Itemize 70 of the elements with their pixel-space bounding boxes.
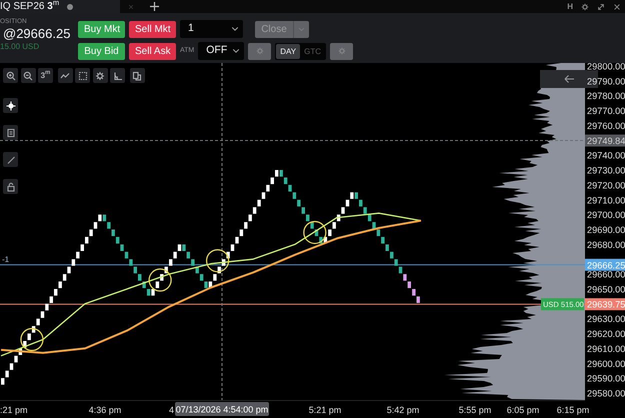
price-axis-label: 29590.00 [587, 374, 625, 384]
zoom-out-icon[interactable] [20, 68, 36, 83]
window-h-button[interactable]: H [567, 0, 573, 12]
line-tool-icon[interactable] [3, 152, 18, 167]
signal-circle [20, 328, 44, 352]
price-axis-label: 29770.00 [587, 106, 625, 116]
price-axis-label: 29630.00 [587, 314, 625, 324]
lock-icon[interactable] [3, 179, 18, 194]
time-axis-label: 5:42 pm [386, 405, 420, 415]
gear-icon [256, 47, 264, 55]
add-tab-icon[interactable] [150, 2, 159, 11]
order-button[interactable]: Buy Mkt [78, 20, 125, 38]
price-tag: 29666.25 [585, 258, 625, 271]
caret-icon [232, 47, 240, 55]
time-axis-label: 6:05 pm [506, 405, 540, 415]
price-axis-label: 29620.00 [587, 329, 625, 340]
price-axis-label: 29680.00 [587, 240, 625, 250]
ruler-icon[interactable] [110, 68, 125, 83]
zoom-in-icon[interactable] [3, 68, 18, 83]
position-pnl: 15.00 USD [0, 42, 40, 52]
copy-icon[interactable] [130, 68, 144, 83]
caret-icon [298, 26, 305, 32]
price-axis-label: 29740.00 [587, 150, 625, 161]
signal-circle [148, 268, 172, 292]
price-tag: 29639.75 [585, 298, 625, 310]
line-chart-icon[interactable] [58, 68, 72, 83]
order-button[interactable]: Sell Ask [129, 42, 176, 60]
order-button[interactable]: Sell Mkt [129, 20, 176, 38]
price-axis-label: 29660.00 [587, 270, 625, 280]
time-axis-label: :21 pm [0, 405, 28, 415]
crosshair-time-label: 07/13/2026 4:54:00 pm [175, 402, 269, 416]
settings-icon[interactable] [92, 68, 108, 83]
order-duration-tab[interactable]: DAY [276, 44, 300, 58]
price-axis-label: 29800.00 [587, 63, 625, 72]
price-tag: 29749.84 [585, 134, 625, 147]
price-axis-label: 29610.00 [587, 344, 625, 354]
status-dot-icon [67, 4, 74, 10]
price-axis-label: 29690.00 [587, 225, 625, 235]
time-axis-label: 6:15 pm [556, 405, 590, 415]
position-price: @29666.25 [2, 26, 72, 42]
price-axis-label: 29580.00 [587, 388, 625, 398]
selection-icon[interactable] [75, 68, 90, 83]
close-icon[interactable] [613, 2, 621, 10]
crosshair-icon[interactable] [3, 98, 18, 113]
order-button[interactable]: Buy Bid [78, 42, 125, 60]
expand-icon[interactable] [597, 2, 605, 10]
interval-button[interactable]: 3$^{m}$ [38, 68, 53, 83]
gear-icon [338, 47, 346, 55]
note-icon[interactable] [3, 125, 18, 140]
position-line-label: -1 [2, 254, 10, 264]
time-axis-label: 4:36 pm [88, 405, 122, 415]
time-axis-label: 4 [168, 405, 174, 415]
quantity-select[interactable]: 1 [180, 20, 243, 38]
atm-select[interactable]: OFF [198, 42, 244, 60]
time-axis-label: 5:21 pm [308, 405, 342, 415]
price-axis-label: 29720.00 [587, 180, 625, 190]
price-axis-label: 29730.00 [587, 166, 625, 176]
signal-circle [206, 249, 230, 272]
signal-circle [303, 220, 326, 244]
price-axis-label: 29650.00 [587, 284, 625, 294]
price-axis-label: 29790.00 [587, 76, 625, 86]
chart-tab[interactable]: IQ SEP26 3$^{m}$ [0, 0, 120, 13]
price-axis-label: 29710.00 [587, 195, 625, 206]
time-axis-label: 5:55 pm [458, 405, 492, 415]
price-axis-label: 29700.00 [587, 210, 625, 220]
settings-icon[interactable] [581, 2, 589, 10]
price-axis-label: 29780.00 [587, 91, 625, 102]
price-axis-label: 29600.00 [587, 358, 625, 369]
caret-icon [231, 25, 239, 33]
price-axis-label: 29760.00 [587, 120, 625, 131]
